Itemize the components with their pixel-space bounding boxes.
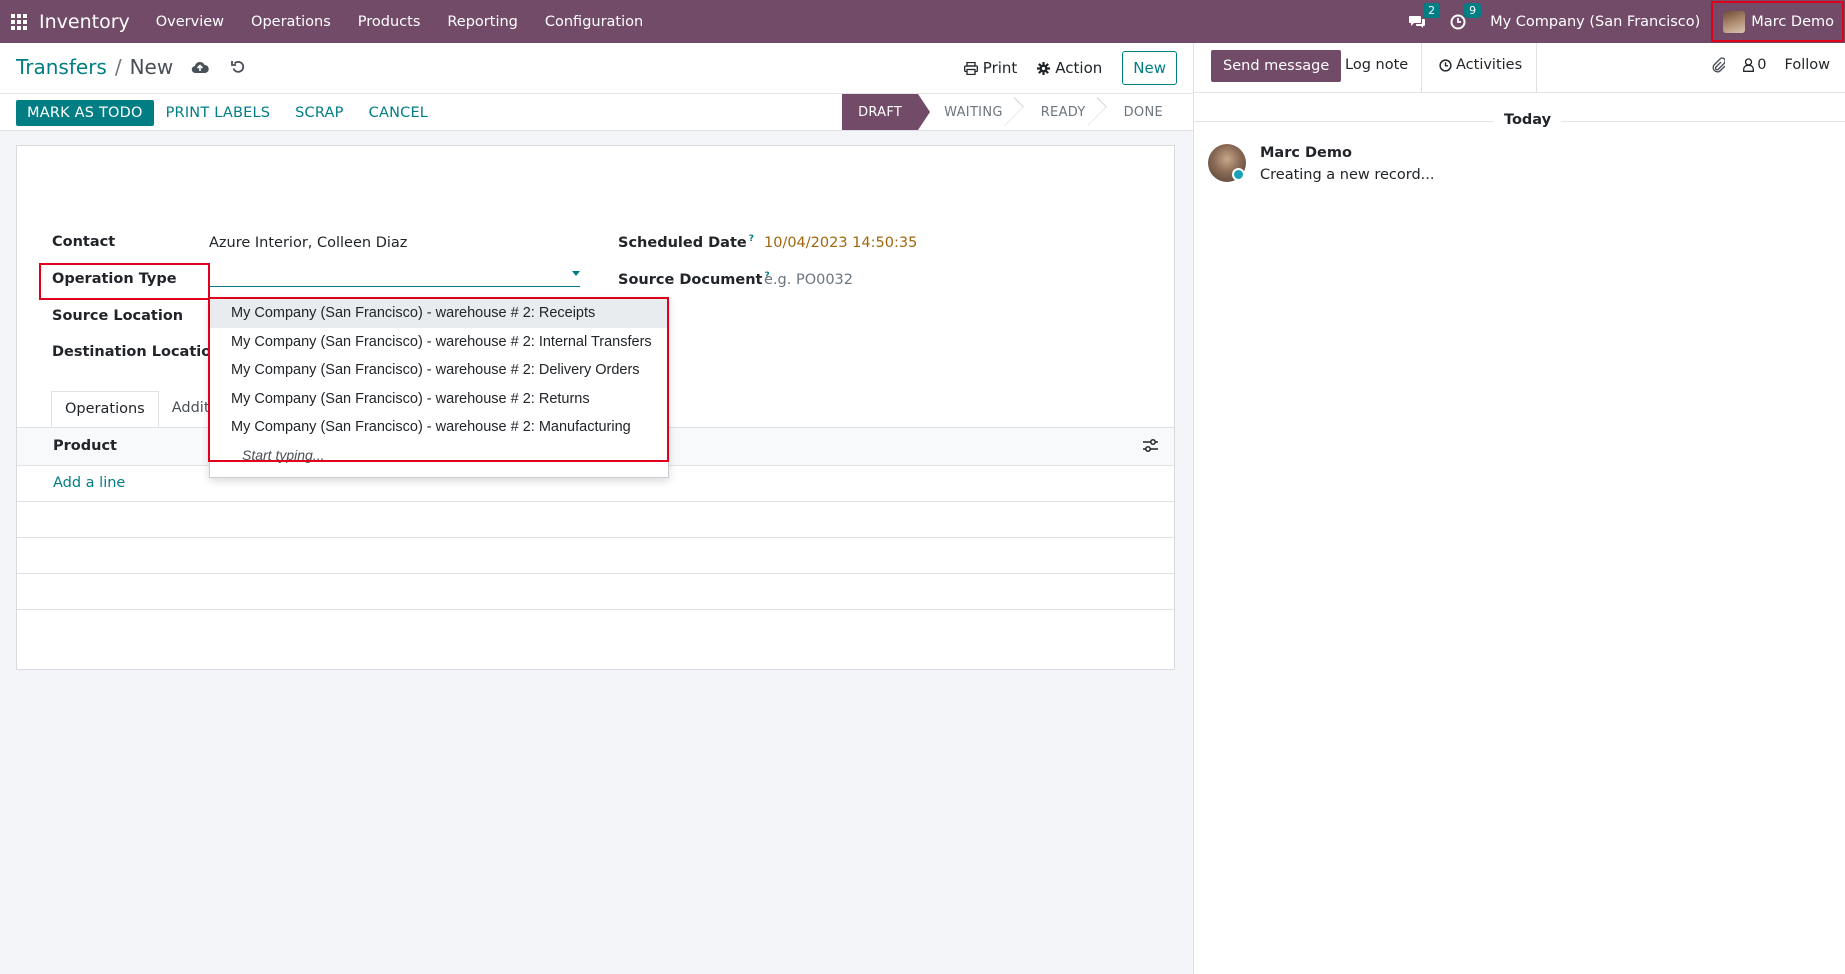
chatter-right-actions: 0 Follow [1693,57,1830,73]
tab-operations[interactable]: Operations [51,391,159,427]
highlight-box-operation-type [39,263,210,300]
menu-reporting[interactable]: Reporting [447,14,518,30]
follow-button[interactable]: Follow [1785,57,1830,73]
status-stages: DRAFT WAITING READY DONE [842,94,1177,130]
breadcrumb-separator: / [114,55,122,79]
breadcrumb-transfers[interactable]: Transfers [16,55,107,79]
highlight-box-dropdown [208,297,669,462]
contact-field[interactable]: Azure Interior, Colleen Diaz [209,235,407,251]
stage-ready[interactable]: READY [1017,94,1100,130]
menu-overview[interactable]: Overview [156,14,224,30]
statusbar-buttons: MARK AS TODO PRINT LABELS SCRAP CANCEL [16,100,453,126]
scheduled-date-help-icon[interactable]: ? [749,234,754,244]
toolbar-divider [1421,43,1422,93]
discard-button[interactable] [231,60,245,74]
control-actions: Print Action New [963,51,1177,85]
messages-badge: 2 [1423,3,1441,18]
top-navbar: Inventory Overview Operations Products R… [0,0,1845,43]
apps-grid-icon [11,13,27,30]
sliders-icon [1143,439,1158,452]
source-location-label: Source Location [52,308,184,324]
table-row [17,537,1174,573]
online-status-icon [1232,168,1245,181]
table-bottom-border [17,609,1174,610]
toolbar-divider [1536,43,1537,93]
save-cloud-button[interactable] [191,60,209,74]
stage-done[interactable]: DONE [1100,94,1177,130]
print-label: Print [982,59,1018,77]
user-avatar [1723,10,1746,33]
action-label: Action [1055,59,1103,77]
product-column-header[interactable]: Product [53,438,117,454]
breadcrumb: Transfers / New [16,55,245,79]
paperclip-icon [1712,57,1726,73]
message-author[interactable]: Marc Demo [1260,145,1352,161]
attachment-button[interactable] [1711,57,1726,73]
action-button[interactable]: Action [1037,59,1102,77]
menu-operations[interactable]: Operations [251,14,331,30]
new-button[interactable]: New [1122,51,1177,85]
status-bar: MARK AS TODO PRINT LABELS SCRAP CANCEL D… [0,93,1193,131]
stage-draft[interactable]: DRAFT [842,94,931,130]
print-icon [963,61,978,75]
scrap-button[interactable]: SCRAP [295,100,343,126]
company-switcher[interactable]: My Company (San Francisco) [1490,14,1700,30]
source-document-input[interactable]: e.g. PO0032 [764,272,853,288]
notebook-tabs: Operations Additi [51,391,227,427]
table-row [17,573,1174,609]
send-message-button[interactable]: Send message [1211,50,1342,82]
print-labels-button[interactable]: PRINT LABELS [166,100,271,126]
clock-icon [1439,58,1452,72]
operation-type-input[interactable] [210,261,580,287]
log-note-button[interactable]: Log note [1345,57,1408,73]
user-menu[interactable]: Marc Demo [1711,1,1844,42]
table-row [17,501,1174,537]
activities-badge: 9 [1464,2,1482,18]
contact-label: Contact [52,234,116,250]
print-button[interactable]: Print [963,59,1018,77]
user-name: Marc Demo [1751,13,1834,30]
menu-products[interactable]: Products [358,14,421,30]
message-body: Creating a new record... [1260,167,1435,183]
chatter-panel: Send message Log note Activities 0 Follo… [1193,43,1845,974]
cloud-upload-icon [191,61,209,74]
followers-button[interactable]: 0 [1743,57,1767,73]
user-icon [1743,58,1755,72]
control-panel: Transfers / New Print Action New [0,43,1193,93]
followers-count: 0 [1757,57,1767,73]
stage-waiting[interactable]: WAITING [918,94,1017,130]
mark-as-todo-button[interactable]: MARK AS TODO [16,100,154,126]
scheduled-date-label: Scheduled Date? [618,234,754,251]
activities-button[interactable]: 9 [1450,2,1482,30]
date-divider-label: Today [1494,112,1562,128]
destination-location-label: Destination Location [52,344,222,360]
gear-icon [1037,61,1051,75]
cancel-button[interactable]: CANCEL [369,100,428,126]
add-line-link[interactable]: Add a line [53,475,125,491]
undo-icon [231,60,245,73]
scheduled-date-field[interactable]: 10/04/2023 14:50:35 [764,235,917,251]
activities-button-chatter[interactable]: Activities [1439,57,1522,73]
optional-columns-button[interactable] [1143,438,1158,456]
activities-label: Activities [1456,57,1523,73]
apps-menu-button[interactable] [0,0,38,43]
chatter-toolbar: Send message Log note Activities 0 Follo… [1194,43,1845,93]
caret-down-icon[interactable] [572,271,580,276]
messages-button[interactable]: 2 [1409,3,1441,29]
menu-configuration[interactable]: Configuration [545,14,643,30]
source-document-label: Source Document? [618,271,770,288]
breadcrumb-current: New [129,55,174,79]
app-name[interactable]: Inventory [39,11,130,33]
